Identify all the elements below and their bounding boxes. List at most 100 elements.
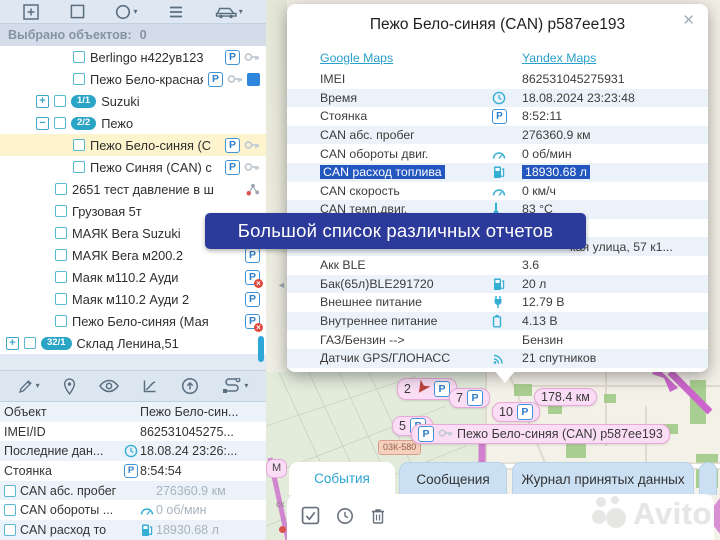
vehicle-info-popup: Пежо Бело-синяя (CAN) p587ee193 ✕ Google… bbox=[287, 4, 708, 372]
chevron-down-icon: ▾ bbox=[36, 382, 40, 390]
tab-partial[interactable] bbox=[699, 462, 717, 495]
object-details: Объект Пежо Бело-син... IMEI/ID 86253104… bbox=[0, 402, 266, 540]
sensor-checkbox[interactable] bbox=[4, 504, 16, 516]
tab-messages[interactable]: Сообщения bbox=[399, 462, 507, 495]
parking-icon[interactable]: P bbox=[225, 160, 240, 175]
avito-logo-icon bbox=[590, 493, 628, 534]
clock-icon bbox=[492, 91, 522, 105]
object-checkbox[interactable] bbox=[55, 315, 67, 327]
toolbar-button[interactable] bbox=[181, 377, 199, 395]
toolbar-button[interactable] bbox=[63, 378, 76, 395]
param-label: CAN скорость bbox=[320, 184, 400, 198]
detail-label: CAN абс. пробег bbox=[20, 484, 138, 498]
tree-row[interactable]: Пежо Бело-синяя (Мая P bbox=[0, 310, 266, 332]
param-label: Бак(65л)BLE291720 bbox=[320, 277, 434, 291]
detail-value: 276360.9 км bbox=[156, 484, 262, 498]
pencil-icon bbox=[18, 378, 34, 394]
detail-row: CAN расход то 18930.68 л bbox=[0, 520, 266, 540]
parking-icon[interactable]: P bbox=[245, 292, 260, 307]
popup-row: Стоянка P 8:52:11 bbox=[287, 107, 708, 126]
tree-row[interactable]: − 2/2 Пежо bbox=[0, 112, 266, 134]
object-checkbox[interactable] bbox=[54, 117, 66, 129]
map-cluster-10[interactable]: 10 P bbox=[492, 402, 540, 422]
close-icon[interactable]: ✕ bbox=[682, 13, 695, 29]
toolbar-button[interactable]: ▾ bbox=[222, 378, 248, 394]
circle-icon bbox=[115, 4, 131, 20]
object-checkbox[interactable] bbox=[73, 139, 85, 151]
map-vehicle-bubble[interactable]: P Пежо Бело-синяя (CAN) p587ee193 bbox=[411, 424, 670, 444]
tab-events[interactable]: События bbox=[289, 462, 395, 495]
expand-toggle[interactable]: − bbox=[36, 117, 49, 130]
param-label: ГАЗ/Бензин --> bbox=[320, 333, 405, 347]
toolbar-button[interactable]: ▾ bbox=[115, 4, 137, 20]
object-checkbox[interactable] bbox=[55, 205, 67, 217]
tree-row[interactable]: Пежо Бело-красная P bbox=[0, 68, 266, 90]
tree-footer bbox=[0, 354, 266, 370]
toolbar-button[interactable] bbox=[99, 379, 119, 393]
map-cluster-7[interactable]: 7 P bbox=[449, 388, 490, 408]
sensor-checkbox[interactable] bbox=[4, 524, 16, 536]
parking-off-icon[interactable]: P bbox=[245, 270, 260, 285]
popup-row: Внешнее питание 12.79 В bbox=[287, 293, 708, 312]
object-checkbox[interactable] bbox=[55, 271, 67, 283]
google-maps-link[interactable]: Google Maps bbox=[320, 51, 393, 65]
sensor-checkbox[interactable] bbox=[4, 485, 16, 497]
tree-row[interactable]: Маяк м110.2 Ауди 2 P bbox=[0, 288, 266, 310]
object-checkbox[interactable] bbox=[73, 51, 85, 63]
parking-icon[interactable]: P bbox=[225, 50, 240, 65]
panel-collapse-icon[interactable]: ◄ bbox=[277, 280, 286, 290]
expand-toggle[interactable]: + bbox=[6, 337, 19, 350]
action-button[interactable] bbox=[370, 507, 386, 528]
object-label: МАЯК Вега Suzuki bbox=[72, 226, 181, 241]
tree-row[interactable]: Berlingo н422ув123 P bbox=[0, 46, 266, 68]
detail-row: CAN обороты ... 0 об/мин bbox=[0, 500, 266, 520]
object-checkbox[interactable] bbox=[55, 183, 67, 195]
object-checkbox[interactable] bbox=[54, 95, 66, 107]
object-checkbox[interactable] bbox=[24, 337, 36, 349]
parking-icon[interactable]: P bbox=[225, 138, 240, 153]
detail-label: Последние дан... bbox=[4, 444, 122, 458]
param-label: Датчик GPS/ГЛОНАСС bbox=[320, 351, 450, 365]
map-cluster-partial[interactable]: М bbox=[266, 459, 287, 478]
object-label: Грузовая 5т bbox=[72, 204, 142, 219]
object-checkbox[interactable] bbox=[73, 161, 85, 173]
expand-toggle[interactable]: + bbox=[36, 95, 49, 108]
param-value: 0 км/ч bbox=[522, 184, 556, 198]
tree-row[interactable]: Пежо Бело-синяя (С P bbox=[0, 134, 266, 156]
detail-row: IMEI/ID 862531045275... bbox=[0, 422, 266, 442]
popup-row: CAN обороты двиг. 0 об/мин bbox=[287, 144, 708, 163]
tree-row[interactable]: 2651 тест давление в ш bbox=[0, 178, 266, 200]
tree-row[interactable]: + 1/1 Suzuki bbox=[0, 90, 266, 112]
tree-row[interactable]: Маяк м110.2 Ауди P bbox=[0, 266, 266, 288]
map-poi-marker bbox=[279, 526, 286, 533]
yandex-maps-link[interactable]: Yandex Maps bbox=[522, 51, 596, 65]
tree-row[interactable]: Пежо Синяя (CAN) с P bbox=[0, 156, 266, 178]
car-icon bbox=[215, 4, 237, 19]
object-checkbox[interactable] bbox=[55, 293, 67, 305]
tab-data-log[interactable]: Журнал принятых данных bbox=[512, 462, 694, 495]
object-checkbox[interactable] bbox=[73, 73, 85, 85]
tree-scrollbar-thumb[interactable] bbox=[258, 336, 264, 362]
annotation-banner: Большой список различных отчетов bbox=[205, 213, 586, 249]
param-value: 0 об/мин bbox=[522, 147, 572, 161]
parking-icon[interactable]: P bbox=[245, 248, 260, 263]
toolbar-button[interactable]: ▾ bbox=[215, 4, 243, 19]
map-cluster-2[interactable]: 2 P bbox=[397, 378, 457, 400]
object-checkbox[interactable] bbox=[55, 249, 67, 261]
parking-icon[interactable]: P bbox=[208, 72, 223, 87]
toolbar-button[interactable]: ▾ bbox=[18, 378, 40, 394]
popup-row: CAN абс. пробег 276360.9 км bbox=[287, 126, 708, 145]
toolbar-button[interactable] bbox=[142, 378, 158, 394]
toolbar-button[interactable] bbox=[23, 4, 39, 20]
toolbar-button[interactable] bbox=[168, 4, 184, 20]
pin-icon bbox=[63, 378, 76, 395]
object-label: Пежо Бело-синяя (Мая bbox=[72, 314, 209, 329]
toolbar-button[interactable] bbox=[70, 4, 85, 19]
gauge-icon bbox=[492, 185, 522, 197]
tree-row[interactable]: + 32/1 Склад Ленина,51 bbox=[0, 332, 266, 354]
object-checkbox[interactable] bbox=[55, 227, 67, 239]
action-button[interactable] bbox=[301, 506, 320, 528]
cluster-count: 10 bbox=[499, 405, 513, 419]
parking-off-icon[interactable]: P bbox=[245, 314, 260, 329]
action-button[interactable] bbox=[336, 507, 354, 528]
